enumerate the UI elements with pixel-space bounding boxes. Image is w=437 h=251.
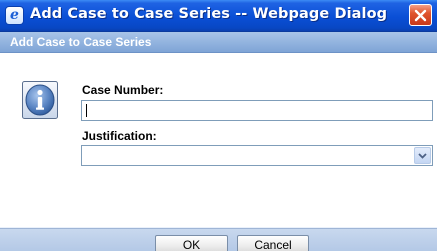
case-number-input[interactable]: [81, 100, 433, 121]
ie-icon: e: [6, 7, 23, 24]
button-bar: OK Cancel: [0, 228, 437, 251]
chevron-down-icon: [418, 152, 427, 159]
close-icon: [414, 9, 427, 21]
dialog-client: Add Case to Case Series Case Number: Jus…: [0, 32, 437, 251]
text-caret: [86, 104, 87, 117]
close-button[interactable]: [409, 4, 432, 26]
ok-button[interactable]: OK: [155, 235, 228, 251]
info-icon: [22, 81, 58, 119]
form-content: Case Number: Justification:: [0, 53, 437, 227]
section-header: Add Case to Case Series: [0, 32, 437, 53]
justification-label: Justification:: [82, 129, 157, 143]
section-header-title: Add Case to Case Series: [10, 35, 152, 49]
cancel-button[interactable]: Cancel: [237, 235, 309, 251]
dropdown-button[interactable]: [414, 147, 431, 164]
case-number-label: Case Number:: [82, 83, 164, 97]
window-title: Add Case to Case Series -- Webpage Dialo…: [30, 6, 388, 22]
title-bar[interactable]: e Add Case to Case Series -- Webpage Dia…: [0, 0, 437, 32]
justification-select[interactable]: [81, 145, 433, 166]
dialog-window: e Add Case to Case Series -- Webpage Dia…: [0, 0, 437, 251]
